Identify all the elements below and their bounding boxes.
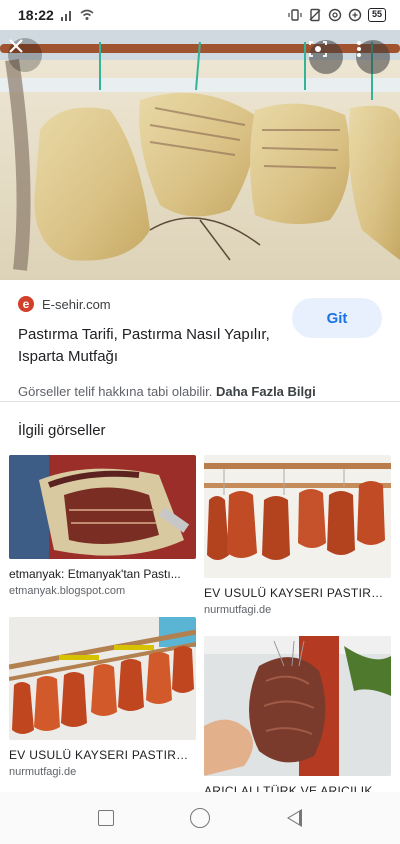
hanging-pastirma-photo (9, 617, 196, 740)
back-button[interactable] (286, 809, 302, 827)
related-card[interactable]: etmanyak: Etmanyak'tan Pastı... etmanyak… (9, 455, 196, 597)
hero-image[interactable] (0, 30, 400, 280)
signal-icon (60, 11, 71, 21)
no-sim-icon (309, 8, 321, 22)
result-title[interactable]: Pastırma Tarifi, Pastırma Nasıl Yapılır,… (18, 324, 278, 368)
status-bar: 18:22 55 (0, 0, 400, 30)
battery-indicator: 55 (367, 8, 386, 22)
related-caption[interactable]: EV USULÜ KAYSERI PASTIRM... (9, 748, 196, 762)
copyright-text: Görseller telif hakkına tabi olabilir. (18, 384, 213, 399)
related-source: nurmutfagi.de (204, 604, 272, 616)
status-time: 18:22 (18, 7, 54, 23)
related-source: nurmutfagi.de (9, 766, 77, 778)
more-vert-icon (357, 41, 361, 57)
system-nav-bar (0, 792, 400, 844)
close-button[interactable] (8, 38, 42, 72)
related-card[interactable]: EV USULÜ KAYSERI PASTIRM... nurmutfagi.d… (204, 455, 391, 616)
data-saver-icon (348, 8, 362, 22)
recents-button[interactable] (98, 810, 115, 826)
copyright-notice: Görseller telif hakkına tabi olabilir. D… (18, 384, 382, 399)
related-card[interactable]: EV USULÜ KAYSERI PASTIRM... nurmutfagi.d… (9, 617, 196, 778)
sliced-pastirma-photo (9, 455, 196, 559)
result-info: e E-sehir.com Pastırma Tarifi, Pastırma … (0, 280, 400, 402)
pastirma-in-hand-photo (204, 636, 391, 776)
related-image[interactable] (204, 636, 391, 776)
lens-icon (309, 41, 327, 57)
wifi-icon (80, 9, 94, 20)
source-name[interactable]: E-sehir.com (42, 297, 111, 312)
related-caption[interactable]: etmanyak: Etmanyak'tan Pastı... (9, 567, 196, 581)
vibrate-icon (288, 9, 302, 21)
related-caption[interactable]: EV USULÜ KAYSERI PASTIRM... (204, 586, 391, 600)
at-icon (328, 8, 342, 22)
source-logo-icon: e (18, 296, 34, 312)
more-info-link[interactable]: Daha Fazla Bilgi (216, 384, 316, 399)
related-image[interactable] (204, 455, 391, 578)
pastirma-hanging-photo (0, 30, 400, 280)
close-icon (9, 39, 23, 53)
related-source: etmanyak.blogspot.com (9, 585, 126, 597)
related-heading: İlgili görseller (18, 422, 106, 439)
divider (0, 401, 400, 402)
related-image[interactable] (9, 617, 196, 740)
more-options-button[interactable] (356, 40, 390, 74)
lens-search-button[interactable] (309, 40, 343, 74)
hanging-pastirma-photo (204, 455, 391, 578)
home-button[interactable] (190, 808, 211, 828)
related-card[interactable]: ARICLALI TÜRK VE ARICILIK B... (204, 636, 391, 798)
related-image[interactable] (9, 455, 196, 559)
visit-button[interactable]: Git (292, 298, 382, 338)
